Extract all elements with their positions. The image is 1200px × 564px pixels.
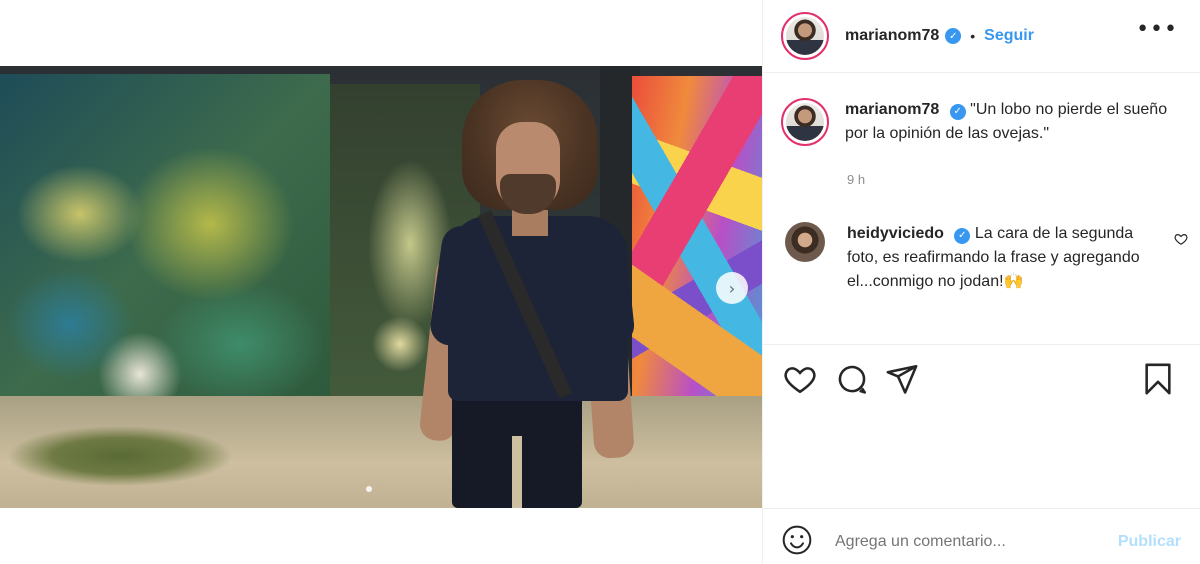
comment-box-divider — [763, 508, 1200, 509]
carousel-indicator — [366, 486, 372, 492]
bookmark-icon[interactable] — [1141, 362, 1175, 401]
carousel-next-button[interactable]: › — [716, 272, 748, 304]
actions-divider — [763, 344, 1200, 345]
jeans-gap — [512, 436, 522, 508]
commenter-avatar[interactable] — [785, 222, 825, 262]
verified-badge-icon: ✓ — [949, 104, 966, 120]
publish-button[interactable]: Publicar — [1118, 533, 1181, 551]
separator-dot: • — [970, 28, 976, 44]
chevron-right-icon: › — [728, 278, 736, 298]
heart-icon[interactable] — [783, 362, 817, 401]
author-avatar[interactable] — [781, 12, 829, 60]
comment-input[interactable] — [835, 533, 1118, 551]
comment-username[interactable]: heidyviciedo — [847, 225, 944, 242]
post-photo[interactable]: › — [0, 66, 762, 508]
post-media-area: › — [0, 0, 762, 564]
post-side-panel: marianom78 ✓ • Seguir ••• marianom78 ✓ "… — [762, 0, 1200, 564]
person-figure — [0, 66, 762, 508]
caption-avatar[interactable] — [781, 98, 829, 146]
comment-icon[interactable] — [835, 362, 869, 401]
post-caption: marianom78 ✓ "Un lobo no pierde el sueño… — [781, 98, 1181, 146]
more-options-icon[interactable]: ••• — [1136, 19, 1178, 41]
post-header: marianom78 ✓ • Seguir — [781, 10, 1034, 62]
avatar-image — [786, 103, 824, 141]
caption-username[interactable]: marianom78 — [845, 101, 939, 118]
avatar-image — [786, 17, 824, 55]
post-actions-bar — [783, 362, 1183, 398]
author-username[interactable]: marianom78 — [845, 27, 939, 45]
verified-badge-icon: ✓ — [945, 28, 962, 44]
share-icon[interactable] — [885, 362, 919, 401]
comment-text-block: heidyviciedo ✓ La cara de la segunda fot… — [847, 222, 1157, 294]
add-comment-form: Publicar — [781, 522, 1181, 562]
header-divider — [763, 72, 1200, 73]
comment-item: heidyviciedo ✓ La cara de la segunda fot… — [785, 222, 1185, 294]
caption-text-block: marianom78 ✓ "Un lobo no pierde el sueño… — [845, 98, 1175, 146]
shirt — [448, 216, 628, 401]
emoji-icon[interactable] — [781, 524, 813, 561]
verified-badge-icon: ✓ — [954, 228, 971, 244]
post-timestamp[interactable]: 9 h — [847, 172, 865, 187]
follow-button[interactable]: Seguir — [984, 27, 1034, 45]
comment-like-heart-icon[interactable] — [1174, 232, 1188, 251]
